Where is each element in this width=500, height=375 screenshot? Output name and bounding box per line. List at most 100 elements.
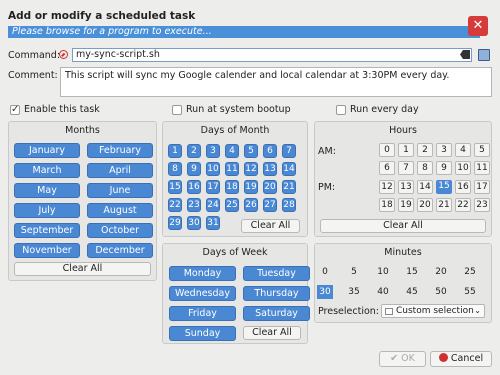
month-button-november[interactable]: November <box>14 243 80 258</box>
preselection-dropdown[interactable]: Custom selection ⌄ <box>381 304 485 318</box>
month-button-june[interactable]: June <box>87 183 153 198</box>
day-of-month-button[interactable]: 14 <box>282 162 296 176</box>
day-of-month-button[interactable]: 17 <box>206 180 220 194</box>
comment-field[interactable]: This script will sync my Google calender… <box>60 67 492 97</box>
day-of-month-button[interactable]: 20 <box>263 180 277 194</box>
month-button-april[interactable]: April <box>87 163 153 178</box>
cancel-button[interactable]: Cancel <box>430 351 492 367</box>
hour-button[interactable]: 8 <box>417 161 433 175</box>
day-of-month-button[interactable]: 18 <box>225 180 239 194</box>
month-button-december[interactable]: December <box>87 243 153 258</box>
day-of-month-button[interactable]: 4 <box>225 144 239 158</box>
hour-button[interactable]: 22 <box>455 198 471 212</box>
weekday-button-sunday[interactable]: Sunday <box>169 326 236 341</box>
minute-button[interactable]: 50 <box>433 285 449 299</box>
hour-button[interactable]: 19 <box>398 198 414 212</box>
day-of-month-button[interactable]: 16 <box>187 180 201 194</box>
close-button[interactable]: ✕ <box>468 16 488 36</box>
weekday-button-thursday[interactable]: Thursday <box>243 286 310 301</box>
hour-button[interactable]: 3 <box>436 143 452 157</box>
day-of-month-button[interactable]: 2 <box>187 144 201 158</box>
month-button-july[interactable]: July <box>14 203 80 218</box>
hours-clear-all-button[interactable]: Clear All <box>320 219 486 233</box>
day-of-month-button[interactable]: 3 <box>206 144 220 158</box>
day-of-month-button[interactable]: 9 <box>187 162 201 176</box>
hour-button[interactable]: 6 <box>379 161 395 175</box>
day-of-month-button[interactable]: 26 <box>244 198 258 212</box>
hour-button[interactable]: 16 <box>455 180 471 194</box>
months-clear-all-button[interactable]: Clear All <box>14 262 151 276</box>
minute-button[interactable]: 40 <box>375 285 391 299</box>
hour-button[interactable]: 10 <box>455 161 471 175</box>
day-of-month-button[interactable]: 7 <box>282 144 296 158</box>
hour-button[interactable]: 15 <box>436 180 452 194</box>
minute-button[interactable]: 35 <box>346 285 362 299</box>
day-of-month-button[interactable]: 24 <box>206 198 220 212</box>
command-input[interactable]: my-sync-script.sh <box>72 48 472 62</box>
days-of-week-clear-all-button[interactable]: Clear All <box>243 326 301 340</box>
day-of-month-button[interactable]: 23 <box>187 198 201 212</box>
day-of-month-button[interactable]: 8 <box>168 162 182 176</box>
minute-button[interactable]: 10 <box>375 265 391 279</box>
day-of-month-button[interactable]: 21 <box>282 180 296 194</box>
day-of-month-button[interactable]: 10 <box>206 162 220 176</box>
hour-button[interactable]: 1 <box>398 143 414 157</box>
hour-button[interactable]: 18 <box>379 198 395 212</box>
day-of-month-button[interactable]: 29 <box>168 216 182 230</box>
bootup-checkbox[interactable] <box>172 105 182 115</box>
day-of-month-button[interactable]: 25 <box>225 198 239 212</box>
month-button-september[interactable]: September <box>14 223 80 238</box>
hour-button[interactable]: 4 <box>455 143 471 157</box>
day-of-month-button[interactable]: 11 <box>225 162 239 176</box>
day-of-month-button[interactable]: 27 <box>263 198 277 212</box>
hour-button[interactable]: 5 <box>474 143 490 157</box>
day-of-month-button[interactable]: 30 <box>187 216 201 230</box>
day-of-month-button[interactable]: 5 <box>244 144 258 158</box>
minute-button[interactable]: 15 <box>404 265 420 279</box>
month-button-august[interactable]: August <box>87 203 153 218</box>
hour-button[interactable]: 2 <box>417 143 433 157</box>
minute-button[interactable]: 55 <box>462 285 478 299</box>
hour-button[interactable]: 11 <box>474 161 490 175</box>
days-of-month-clear-all-button[interactable]: Clear All <box>241 219 300 233</box>
hour-button[interactable]: 20 <box>417 198 433 212</box>
day-of-month-button[interactable]: 31 <box>206 216 220 230</box>
minute-button[interactable]: 45 <box>404 285 420 299</box>
day-of-month-button[interactable]: 15 <box>168 180 182 194</box>
minute-button[interactable]: 25 <box>462 265 478 279</box>
month-button-march[interactable]: March <box>14 163 80 178</box>
hour-button[interactable]: 21 <box>436 198 452 212</box>
browse-file-icon[interactable] <box>478 49 490 61</box>
day-of-month-button[interactable]: 19 <box>244 180 258 194</box>
hour-button[interactable]: 7 <box>398 161 414 175</box>
day-of-month-button[interactable]: 6 <box>263 144 277 158</box>
weekday-button-wednesday[interactable]: Wednesday <box>169 286 236 301</box>
month-button-february[interactable]: February <box>87 143 153 158</box>
hour-button[interactable]: 9 <box>436 161 452 175</box>
hour-button[interactable]: 13 <box>398 180 414 194</box>
ok-button[interactable]: ✔ OK <box>379 351 426 367</box>
hour-button[interactable]: 12 <box>379 180 395 194</box>
weekday-button-friday[interactable]: Friday <box>169 306 236 321</box>
month-button-may[interactable]: May <box>14 183 80 198</box>
weekday-button-saturday[interactable]: Saturday <box>243 306 310 321</box>
day-of-month-button[interactable]: 1 <box>168 144 182 158</box>
weekday-button-tuesday[interactable]: Tuesday <box>243 266 310 281</box>
month-button-october[interactable]: October <box>87 223 153 238</box>
minute-button[interactable]: 30 <box>317 285 333 299</box>
minute-button[interactable]: 20 <box>433 265 449 279</box>
hour-button[interactable]: 23 <box>474 198 490 212</box>
enable-task-checkbox[interactable] <box>10 105 20 115</box>
day-of-month-button[interactable]: 22 <box>168 198 182 212</box>
hour-button[interactable]: 17 <box>474 180 490 194</box>
day-of-month-button[interactable]: 12 <box>244 162 258 176</box>
minute-button[interactable]: 5 <box>346 265 362 279</box>
day-of-month-button[interactable]: 13 <box>263 162 277 176</box>
weekday-button-monday[interactable]: Monday <box>169 266 236 281</box>
every-day-checkbox[interactable] <box>336 105 346 115</box>
month-button-january[interactable]: January <box>14 143 80 158</box>
hour-button[interactable]: 0 <box>379 143 395 157</box>
hour-button[interactable]: 14 <box>417 180 433 194</box>
day-of-month-button[interactable]: 28 <box>282 198 296 212</box>
minute-button[interactable]: 0 <box>317 265 333 279</box>
